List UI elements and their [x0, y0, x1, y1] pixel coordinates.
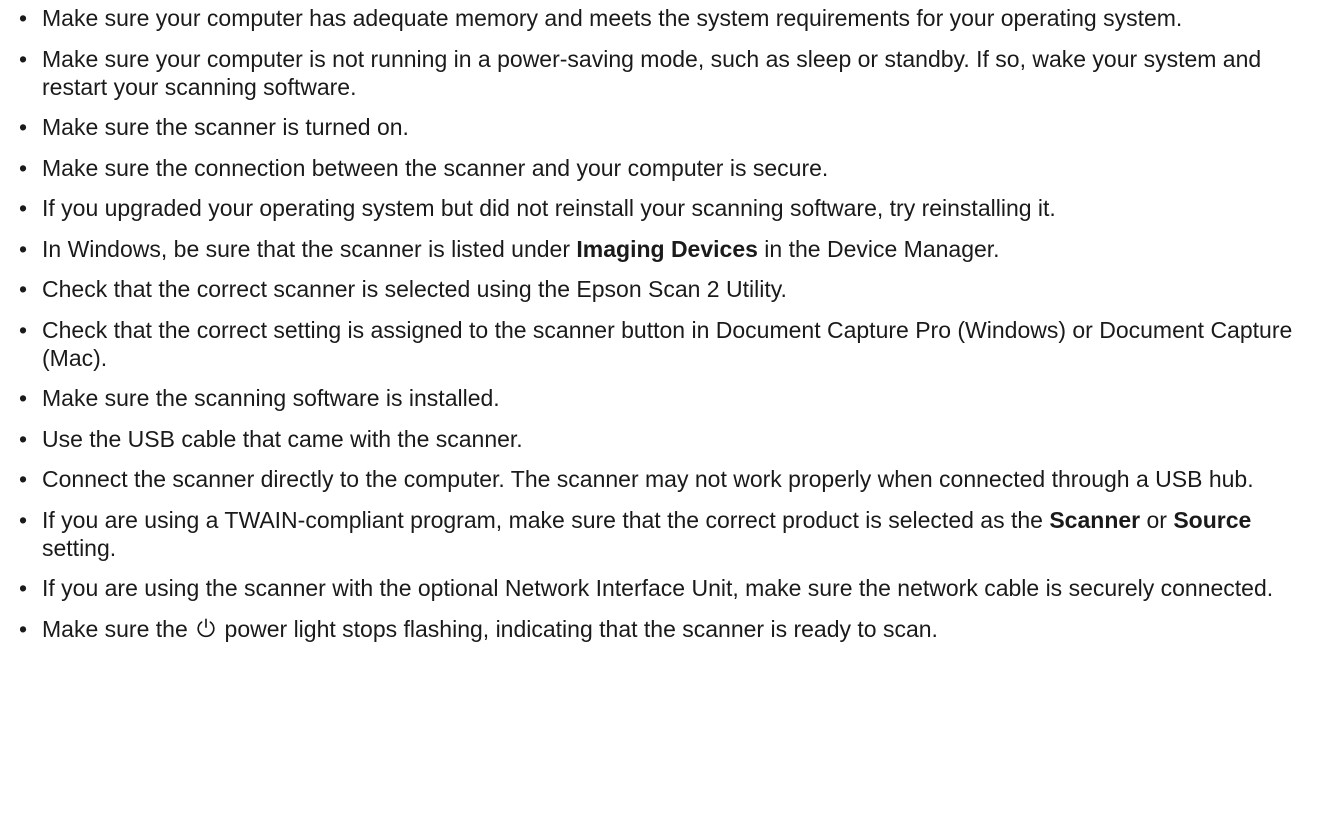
item-text: If you are using a TWAIN-compliant progr…: [42, 506, 1050, 533]
power-icon: [197, 617, 215, 637]
item-text: Make sure your computer is not running i…: [42, 45, 1262, 100]
item-text: Connect the scanner directly to the comp…: [42, 466, 1254, 492]
bullet-dot: •: [19, 45, 28, 72]
item-text: in the Device Manager.: [757, 235, 1000, 262]
bullet-dot: •: [19, 5, 28, 31]
bullet-dot: •: [19, 506, 28, 533]
list-item: • If you are using a TWAIN-compliant prog…: [19, 506, 1330, 562]
list-item: • Connect the scanner directly to the com…: [19, 465, 1330, 493]
bullet-dot: •: [19, 195, 28, 221]
item-text: Make sure your computer has adequate mem…: [42, 5, 1183, 31]
item-text: If you are using the scanner with the op…: [42, 575, 1274, 601]
bullet-dot: •: [19, 114, 28, 140]
bullet-dot: •: [19, 316, 28, 343]
list-item: • Check that the correct scanner is selec…: [19, 275, 1330, 303]
item-text: Check that the correct setting is assign…: [42, 316, 1293, 371]
item-text: Make sure the scanner is turned on.: [42, 114, 409, 140]
item-text: Make sure the scanning software is insta…: [42, 385, 500, 411]
bold-term: Scanner: [1049, 506, 1141, 533]
item-text: In Windows, be sure that the scanner is …: [42, 235, 577, 262]
item-text: or: [1140, 506, 1174, 533]
list-item: • Make sure the scanning software is inst…: [19, 384, 1330, 412]
item-text: Use the USB cable that came with the sca…: [42, 425, 523, 452]
list-item: • Make sure the scanner is turned on.: [19, 113, 1330, 141]
bullet-dot: •: [19, 235, 28, 262]
list-item: • Make sure your computer has adequate me…: [19, 4, 1330, 32]
list-item: • If you upgraded your operating system b…: [19, 194, 1330, 222]
document-page: • Make sure your computer has adequate me…: [0, 0, 1340, 837]
list-item: • Check that the correct setting is assig…: [19, 316, 1330, 372]
bullet-dot: •: [19, 385, 28, 411]
item-text: power light stops flashing, indicating t…: [218, 615, 938, 642]
item-text: Make sure the: [42, 615, 195, 642]
list-item: • Make sure your computer is not running …: [19, 45, 1330, 101]
bullet-dot: •: [19, 276, 28, 302]
item-text: Make sure the connection between the sca…: [42, 154, 829, 181]
bold-term: Source: [1173, 506, 1252, 533]
list-item: • Make sure the power light stops flashin…: [19, 615, 1330, 643]
item-text: If you upgraded your operating system bu…: [42, 195, 1056, 221]
item-text: Check that the correct scanner is select…: [42, 276, 787, 302]
bullet-dot: •: [19, 466, 28, 492]
list-item: • Make sure the connection between the sc…: [19, 154, 1330, 182]
item-text: setting.: [42, 534, 117, 561]
list-item: • If you are using the scanner with the o…: [19, 574, 1330, 602]
bold-term: Imaging Devices: [576, 235, 758, 262]
bullet-dot: •: [19, 615, 28, 642]
bullet-dot: •: [19, 425, 28, 452]
list-item: • In Windows, be sure that the scanner is…: [19, 235, 1330, 263]
list-item: • Use the USB cable that came with the sc…: [19, 425, 1330, 453]
bullet-dot: •: [19, 154, 28, 181]
troubleshooting-bullet-list: • Make sure your computer has adequate me…: [19, 4, 1330, 643]
bullet-dot: •: [19, 575, 28, 601]
